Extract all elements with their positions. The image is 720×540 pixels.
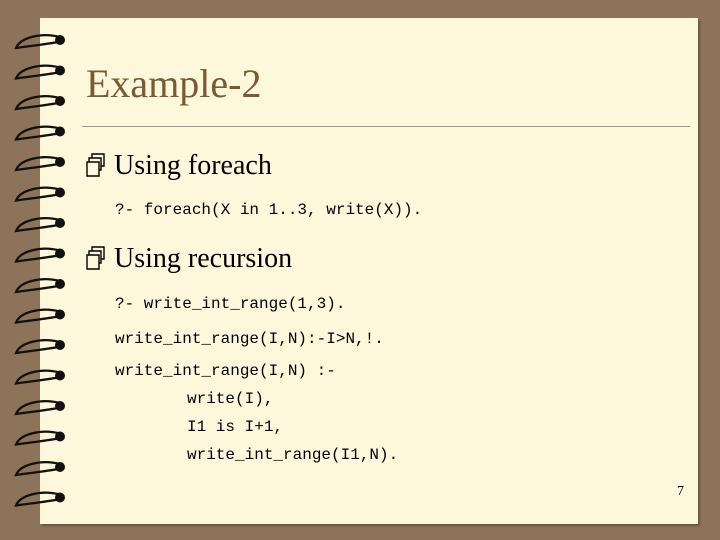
spiral-ring xyxy=(14,308,65,324)
spiral-ring xyxy=(14,339,65,355)
code-foreach-query: ?- foreach(X in 1..3, write(X)). xyxy=(115,201,423,219)
code-rule-head: write_int_range(I,N) :- xyxy=(115,362,336,380)
page-number: 7 xyxy=(677,484,684,499)
bullet-label: Using recursion xyxy=(114,243,293,274)
4-bullet-icon xyxy=(86,153,105,177)
spiral-ring xyxy=(14,400,65,416)
code-body-line-2: I1 is I+1, xyxy=(187,418,284,436)
spiral-ring xyxy=(14,217,65,233)
bullet-label: Using foreach xyxy=(114,150,272,181)
spiral-ring xyxy=(14,34,65,50)
spiral-ring xyxy=(14,491,65,507)
code-recursion-query: ?- write_int_range(1,3). xyxy=(115,295,346,313)
spiral-ring xyxy=(14,186,65,202)
spiral-ring xyxy=(14,247,65,263)
spiral-ring xyxy=(14,156,65,172)
spiral-ring xyxy=(14,278,65,294)
spiral-ring xyxy=(14,430,65,446)
spiral-ring xyxy=(14,461,65,477)
spiral-ring xyxy=(14,95,65,111)
spiral-ring xyxy=(14,125,65,141)
slide-title: Example-2 xyxy=(86,61,262,106)
code-body-line-3: write_int_range(I1,N). xyxy=(187,446,399,464)
spiral-binding xyxy=(14,34,65,507)
spiral-ring xyxy=(14,64,65,80)
bullet-using-foreach: Using foreach xyxy=(86,150,272,182)
code-body-line-1: write(I), xyxy=(187,390,274,408)
bullet-using-recursion: Using recursion xyxy=(86,243,292,275)
4-bullet-icon xyxy=(86,246,105,270)
spiral-ring xyxy=(14,369,65,385)
code-base-case: write_int_range(I,N):-I>N,!. xyxy=(115,330,384,348)
title-divider xyxy=(82,126,690,127)
